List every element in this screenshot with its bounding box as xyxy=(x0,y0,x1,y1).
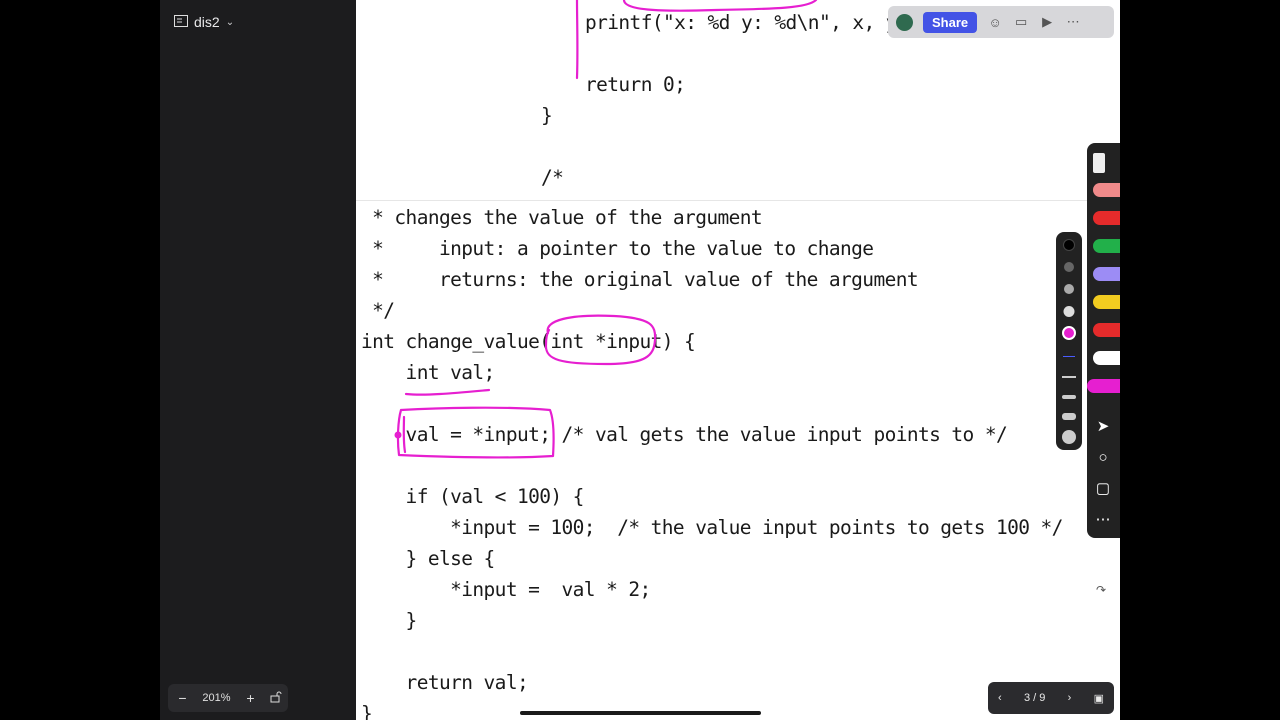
code-line: * changes the value of the argument xyxy=(361,206,763,229)
pen-white[interactable] xyxy=(1093,351,1120,365)
emoji-icon[interactable]: ☺ xyxy=(987,15,1003,30)
eraser-tool[interactable] xyxy=(1093,153,1105,173)
code-line: if (val < 100) { xyxy=(361,485,585,508)
sidebar: dis2 ⌄ − 201% + xyxy=(160,0,356,720)
color-white-swatch[interactable] xyxy=(1063,306,1075,317)
pen-salmon[interactable] xyxy=(1093,183,1120,197)
present-icon[interactable]: ▶ xyxy=(1039,14,1055,30)
home-indicator xyxy=(520,711,761,715)
code-line: val = *input; /* val gets the value inpu… xyxy=(361,423,1008,446)
previous-page-icon[interactable]: ‹ xyxy=(998,692,1002,704)
chevron-down-icon: ⌄ xyxy=(225,16,235,28)
thickness-thick-option[interactable] xyxy=(1062,395,1076,399)
stroke-options-dock xyxy=(1056,232,1082,450)
more-tools-icon[interactable]: ⋯ xyxy=(1092,509,1114,531)
zoom-out-button[interactable]: − xyxy=(173,690,191,706)
thickness-thin-option[interactable] xyxy=(1063,356,1075,357)
pen-pink-active[interactable] xyxy=(1087,379,1120,393)
color-lightgray-swatch[interactable] xyxy=(1064,284,1074,294)
pen-red-2[interactable] xyxy=(1093,323,1120,337)
zoom-controls: − 201% + xyxy=(168,684,288,712)
ink-underline-stroke xyxy=(404,388,491,396)
code-line: int change_value(int *input) { xyxy=(361,330,696,353)
pen-green[interactable] xyxy=(1093,239,1120,253)
zoom-level: 201% xyxy=(202,692,231,704)
code-line: *input = val * 2; xyxy=(361,578,651,601)
color-black-swatch[interactable] xyxy=(1063,239,1075,251)
pen-red[interactable] xyxy=(1093,211,1120,225)
ink-box-stroke xyxy=(622,0,818,12)
pen-lavender[interactable] xyxy=(1093,267,1120,281)
sticky-note-icon[interactable]: ▢ xyxy=(1092,478,1114,500)
shape-circle-icon[interactable]: ○ xyxy=(1092,447,1114,469)
color-pink-swatch[interactable] xyxy=(1062,326,1076,340)
collaboration-toolbar: Share ☺ ▭ ▶ ⋯ xyxy=(888,6,1114,38)
thickness-medium-option[interactable] xyxy=(1062,376,1076,378)
code-line: */ xyxy=(361,299,395,322)
document-title-menu[interactable]: dis2 ⌄ xyxy=(174,12,234,32)
code-line: printf("x: %d y: %d\n", x, y xyxy=(585,11,898,34)
pen-yellow[interactable] xyxy=(1093,295,1120,309)
ink-annotations xyxy=(394,0,818,459)
code-line: return val; xyxy=(361,671,529,694)
code-line: } xyxy=(361,702,373,720)
page-thumbnails-icon[interactable]: ▣ xyxy=(1094,692,1104,705)
comment-icon[interactable]: ▭ xyxy=(1013,14,1029,30)
code-line: * input: a pointer to the value to chang… xyxy=(361,237,874,260)
document-title: dis2 xyxy=(194,14,220,30)
code-line: /* xyxy=(541,166,564,189)
sidebar-toggle-icon[interactable] xyxy=(174,14,188,30)
page-divider xyxy=(356,200,1120,201)
page-indicator: 3 / 9 xyxy=(1023,692,1046,704)
document-page[interactable]: printf("x: %d y: %d\n", x, y return 0; }… xyxy=(356,0,1120,720)
redo-icon[interactable]: ↷ xyxy=(1096,583,1112,601)
thickness-heavy-option[interactable] xyxy=(1062,413,1076,420)
more-icon[interactable]: ⋯ xyxy=(1065,14,1081,30)
color-gray-swatch[interactable] xyxy=(1064,262,1074,272)
select-arrow-icon[interactable]: ➤ xyxy=(1092,416,1114,438)
avatar[interactable] xyxy=(896,13,913,31)
thickness-max-option[interactable] xyxy=(1062,430,1076,444)
code-line: int val; xyxy=(361,361,496,384)
share-button[interactable]: Share xyxy=(923,11,978,33)
code-line: return 0; xyxy=(585,73,686,96)
code-line: } xyxy=(361,609,418,632)
next-page-icon[interactable]: › xyxy=(1068,692,1072,704)
lock-icon[interactable] xyxy=(270,691,282,706)
code-line: *input = 100; /* the value input points … xyxy=(361,516,1063,539)
page-navigator: ‹ 3 / 9 › ▣ xyxy=(988,682,1114,714)
code-line: } xyxy=(541,104,553,127)
code-line: * returns: the original value of the arg… xyxy=(361,268,918,291)
code-line: } else { xyxy=(361,547,496,570)
zoom-in-button[interactable]: + xyxy=(242,690,260,706)
